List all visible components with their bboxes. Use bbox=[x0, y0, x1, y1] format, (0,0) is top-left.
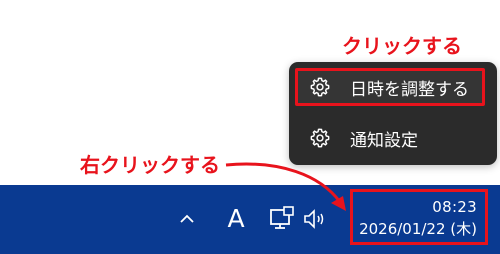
context-menu: 日時を調整する 通知設定 bbox=[289, 62, 497, 165]
screenshot-stage: 日時を調整する 通知設定 クリックする 右クリックする A 08:23 2026… bbox=[0, 0, 500, 254]
gear-icon bbox=[308, 126, 332, 150]
ime-indicator[interactable]: A bbox=[224, 203, 248, 235]
annotation-click-label: クリックする bbox=[342, 34, 462, 58]
menu-item-label: 日時を調整する bbox=[350, 79, 469, 100]
annotation-right-click-label: 右クリックする bbox=[80, 153, 220, 177]
clock-date: 2026/01/22 (木) bbox=[359, 220, 477, 238]
taskbar-clock[interactable]: 08:23 2026/01/22 (木) bbox=[350, 189, 488, 245]
menu-item-adjust-date-time[interactable]: 日時を調整する bbox=[295, 68, 485, 106]
gear-icon bbox=[308, 75, 332, 99]
network-icon[interactable] bbox=[268, 205, 296, 233]
chevron-up-icon[interactable] bbox=[176, 207, 198, 231]
clock-time: 08:23 bbox=[432, 198, 477, 216]
volume-icon[interactable] bbox=[302, 208, 330, 230]
menu-item-label: 通知設定 bbox=[350, 130, 418, 151]
menu-item-notification-settings[interactable]: 通知設定 bbox=[295, 119, 485, 157]
